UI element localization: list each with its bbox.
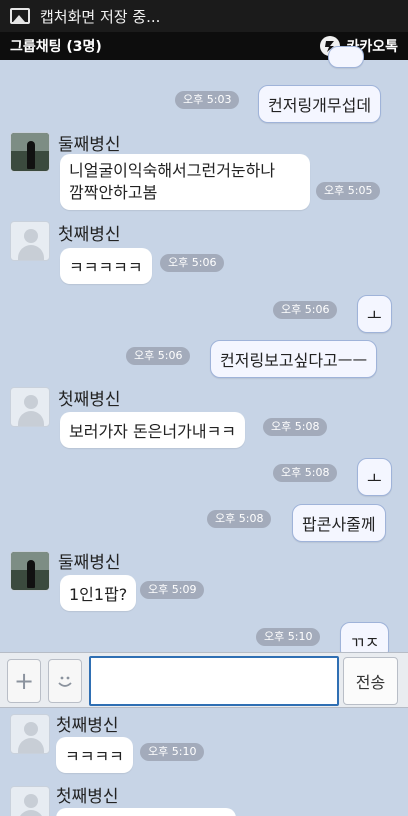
message-time: 오후 5:03 <box>175 91 240 109</box>
avatar[interactable] <box>10 551 50 591</box>
send-button[interactable]: 전송 <box>343 657 398 705</box>
message-line: 니얼굴이익숙해서그런거눈하나 <box>69 161 276 180</box>
emoticon-button[interactable] <box>48 659 82 703</box>
avatar[interactable] <box>10 786 50 816</box>
plus-icon: + <box>13 667 35 695</box>
smiley-icon <box>58 676 72 687</box>
cutoff-bubble <box>328 46 364 68</box>
message-bubble[interactable]: 보러가자 돈은너가내ㅋㅋ <box>60 412 246 448</box>
sender-name: 첫째병신 <box>58 225 121 245</box>
message-time: 오후 5:08 <box>263 418 328 436</box>
message-line: 깜짝안하고봄 <box>69 183 158 202</box>
message-bubble[interactable]: ㅗ <box>357 295 392 333</box>
chat-title: 그룹채팅 (3명) <box>10 39 102 55</box>
sender-name: 첫째병신 <box>56 716 119 736</box>
message-time: 오후 5:10 <box>256 628 321 646</box>
message-bubble[interactable]: 니얼굴이익숙해서그런거눈하나 깜짝안하고봄 <box>60 154 310 210</box>
message-bubble[interactable]: ㅗ <box>357 458 392 496</box>
avatar[interactable] <box>10 132 50 172</box>
message-time: 오후 5:08 <box>207 510 272 528</box>
message-time: 오후 5:09 <box>140 581 205 599</box>
message-bubble[interactable]: 컨저링개무섭데 <box>258 85 382 123</box>
avatar[interactable] <box>10 387 50 427</box>
message-time: 오후 5:05 <box>316 182 381 200</box>
message-bubble[interactable]: 팝콘사줄께 <box>292 504 386 542</box>
message-time: 오후 5:08 <box>273 464 338 482</box>
message-time: 오후 5:10 <box>140 743 205 761</box>
message-time: 오후 5:06 <box>160 254 225 272</box>
sender-name: 둘째병신 <box>58 135 121 155</box>
message-bubble[interactable]: ㅋㅋㅋㅋ <box>56 737 133 773</box>
image-icon <box>10 8 30 24</box>
status-bar: 캡처화면 저장 중... <box>0 0 408 32</box>
avatar[interactable] <box>10 714 50 754</box>
message-time: 오후 5:06 <box>273 301 338 319</box>
add-button[interactable]: + <box>7 659 41 703</box>
message-input[interactable] <box>89 656 339 706</box>
status-text: 캡처화면 저장 중... <box>40 7 161 26</box>
sender-name: 첫째병신 <box>56 787 119 807</box>
input-bar: + 전송 <box>0 652 408 708</box>
sender-name: 첫째병신 <box>58 390 121 410</box>
message-time: 오후 5:06 <box>126 347 191 365</box>
message-bubble[interactable] <box>56 808 236 816</box>
avatar[interactable] <box>10 221 50 261</box>
sender-name: 둘째병신 <box>58 553 121 573</box>
message-bubble[interactable]: ㅋㅋㅋㅋㅋ <box>60 248 152 284</box>
message-bubble[interactable]: 컨저링보고싶다고ㅡㅡ <box>210 340 378 378</box>
message-bubble[interactable]: 1인1팝? <box>60 575 137 611</box>
